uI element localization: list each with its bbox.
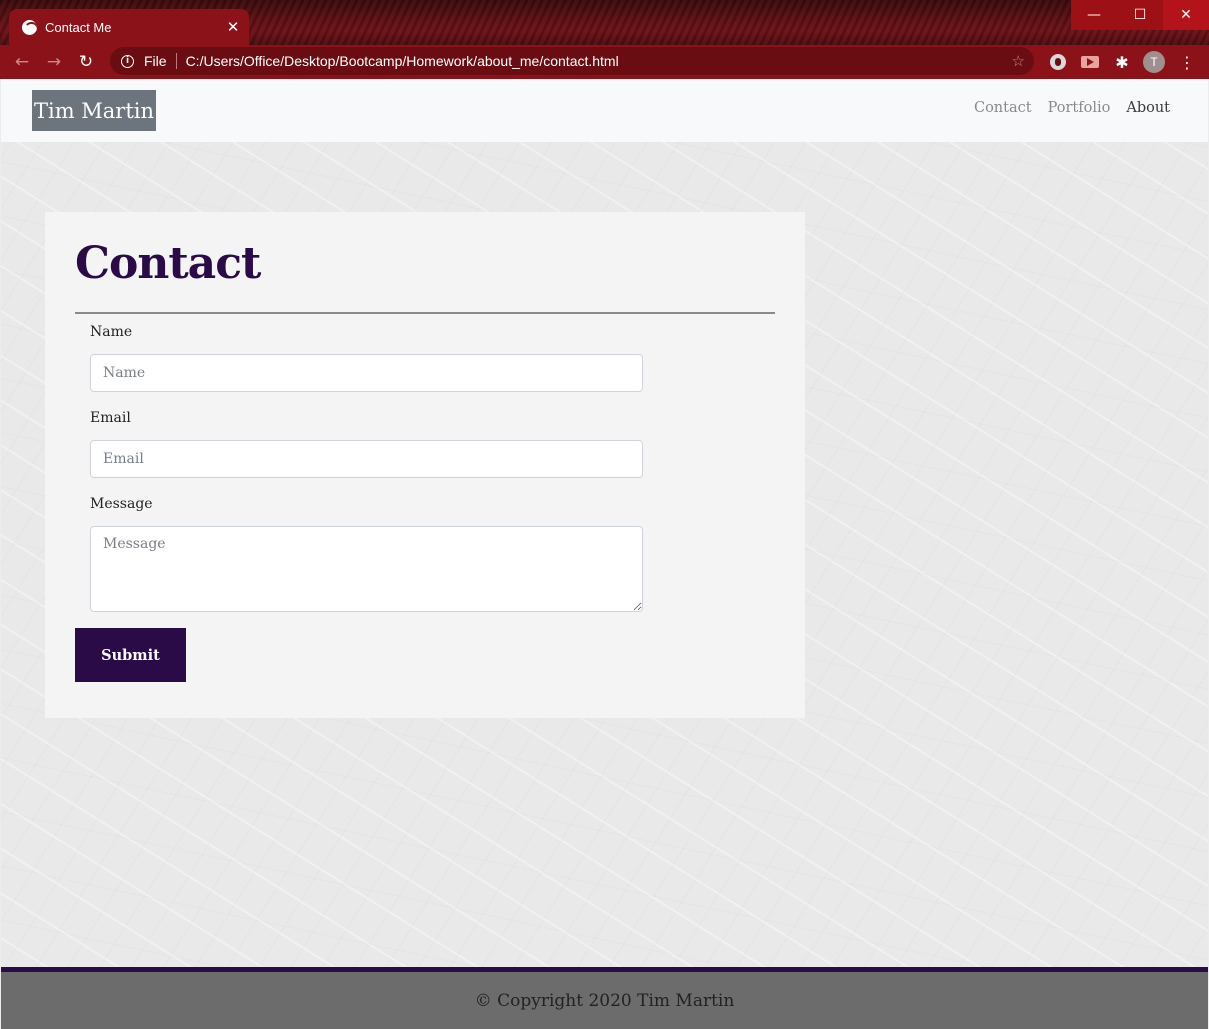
email-label: Email: [90, 410, 131, 426]
message-textarea[interactable]: [90, 526, 643, 612]
contact-card: Contact Name Email Message Submit: [45, 212, 805, 718]
nav-links: Contact Portfolio About: [974, 100, 1170, 116]
forward-arrow-icon[interactable]: →: [38, 46, 70, 78]
tab-title: Contact Me: [45, 19, 112, 35]
submit-button[interactable]: Submit: [75, 628, 186, 682]
window-controls: — ☐ ✕: [1071, 0, 1209, 30]
site-footer: © Copyright 2020 Tim Martin: [1, 967, 1208, 1029]
title-divider: [75, 312, 775, 314]
page-viewport: Tim Martin Contact Portfolio About Conta…: [1, 79, 1208, 1029]
address-url[interactable]: C:/Users/Office/Desktop/Bootcamp/Homewor…: [186, 53, 1012, 69]
nav-link-about[interactable]: About: [1126, 100, 1170, 116]
page-title: Contact: [75, 238, 261, 289]
name-label: Name: [90, 324, 133, 340]
puzzle-icon[interactable]: ✱: [1110, 45, 1134, 79]
menu-dots-icon[interactable]: ⋮: [1178, 45, 1196, 79]
extension-icon[interactable]: [1078, 45, 1102, 79]
reload-icon[interactable]: ↻: [70, 46, 102, 78]
globe-icon: [22, 19, 37, 35]
minimize-button[interactable]: —: [1071, 0, 1117, 30]
address-scheme: File: [144, 53, 177, 69]
address-bar[interactable]: i File C:/Users/Office/Desktop/Bootcamp/…: [110, 47, 1034, 75]
tab-close-icon[interactable]: ✕: [224, 18, 242, 36]
message-label: Message: [90, 496, 153, 512]
nav-link-contact[interactable]: Contact: [974, 100, 1032, 116]
info-icon[interactable]: i: [121, 54, 134, 68]
nav-link-portfolio[interactable]: Portfolio: [1048, 100, 1111, 116]
close-window-button[interactable]: ✕: [1163, 0, 1209, 30]
profile-avatar[interactable]: T: [1143, 51, 1165, 73]
browser-tab[interactable]: Contact Me ✕: [9, 9, 249, 45]
brand-logo[interactable]: Tim Martin: [32, 90, 156, 131]
site-navbar: Tim Martin Contact Portfolio About: [1, 79, 1208, 142]
back-arrow-icon[interactable]: ←: [6, 46, 38, 78]
password-extension-icon[interactable]: [1046, 45, 1070, 79]
email-input[interactable]: [90, 440, 643, 478]
copyright-text: © Copyright 2020 Tim Martin: [474, 990, 735, 1011]
browser-toolbar: ← → ↻ i File C:/Users/Office/Desktop/Boo…: [0, 45, 1209, 79]
bookmark-star-icon[interactable]: ☆: [1012, 52, 1025, 70]
name-input[interactable]: [90, 354, 643, 392]
maximize-button[interactable]: ☐: [1117, 0, 1163, 30]
